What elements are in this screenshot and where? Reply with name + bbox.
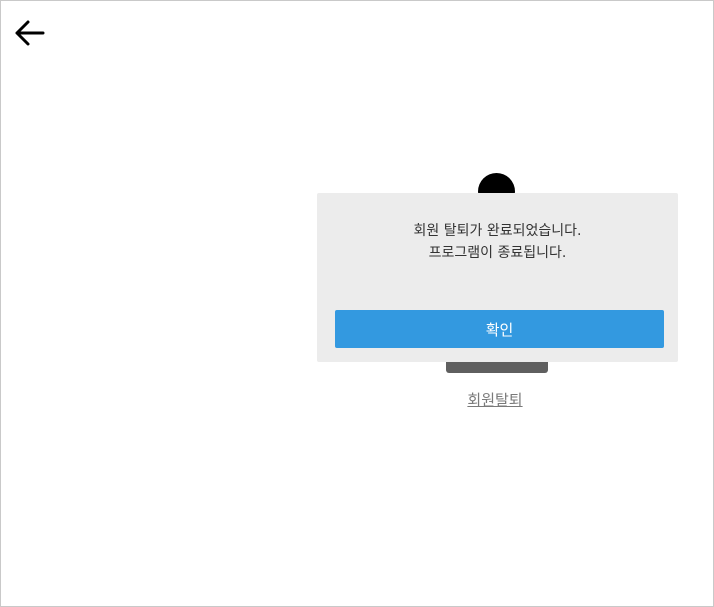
dialog-message-line-2: 프로그램이 종료됩니다. [428,245,567,261]
withdraw-link[interactable]: 회원탈퇴 [441,389,549,410]
dialog-message: 회원 탈퇴가 완료되었습니다. 프로그램이 종료됩니다. [317,220,678,264]
app-window: 회원탈퇴 회원 탈퇴가 완료되었습니다. 프로그램이 종료됩니다. 확인 [0,0,714,607]
dialog-message-line-1: 회원 탈퇴가 완료되었습니다. [413,223,582,239]
arrow-left-icon [13,19,45,51]
back-button[interactable] [11,19,47,51]
confirmation-dialog: 회원 탈퇴가 완료되었습니다. 프로그램이 종료됩니다. 확인 [317,193,678,362]
confirm-button[interactable]: 확인 [335,310,664,348]
